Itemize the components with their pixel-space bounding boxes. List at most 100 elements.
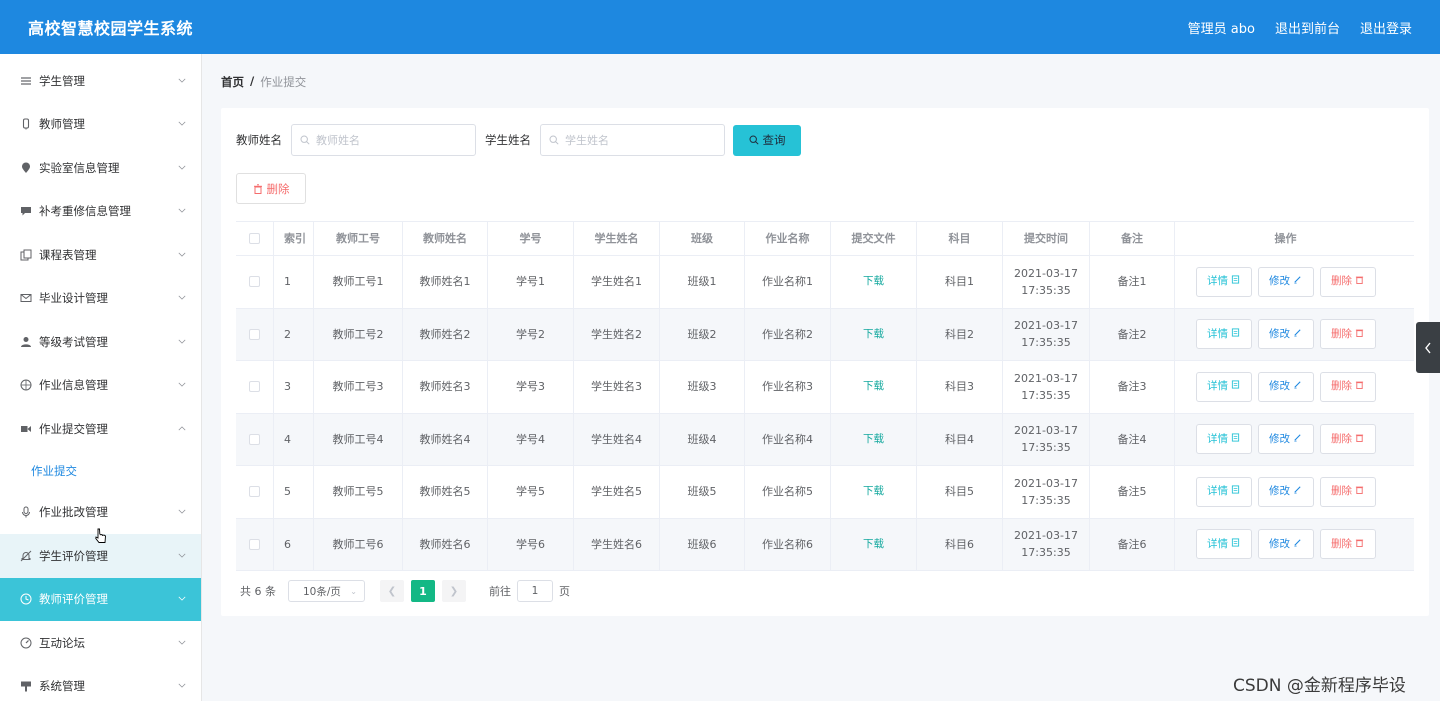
- delete-button[interactable]: 删除: [1319, 319, 1376, 350]
- page-size-select[interactable]: 10条/页 ⌄: [288, 580, 365, 602]
- chevron-right-icon: ❯: [449, 585, 459, 597]
- column-header[interactable]: 教师工号: [314, 222, 403, 255]
- column-header[interactable]: 提交文件: [831, 222, 917, 255]
- logout-link[interactable]: 退出登录: [1360, 18, 1412, 37]
- to-front-link[interactable]: 退出到前台: [1275, 18, 1340, 37]
- submission-table: 索引 教师工号 教师姓名 学号 学生姓名 班级 作业名称 提交文件 科目 提交时间 备注 操作 1 教师工…: [236, 221, 1414, 571]
- sidebar-item[interactable]: 作业信息管理: [0, 364, 201, 408]
- chevron-down-icon: ⌄: [350, 586, 357, 596]
- student-name-input[interactable]: [565, 133, 715, 147]
- sidebar-item-label: 教师管理: [39, 117, 85, 132]
- column-header[interactable]: 操作: [1175, 222, 1396, 255]
- column-header[interactable]: 作业名称: [745, 222, 831, 255]
- sidebar-item[interactable]: 毕业设计管理: [0, 277, 201, 321]
- row-checkbox[interactable]: [249, 276, 260, 288]
- cell-actions: 详情 修改 删除: [1175, 519, 1396, 571]
- delete-button[interactable]: 删除: [1319, 266, 1376, 297]
- delete-button[interactable]: 删除: [1319, 476, 1376, 507]
- edit-label: 修改: [1269, 432, 1290, 445]
- row-checkbox[interactable]: [249, 538, 260, 550]
- query-button[interactable]: 查询: [733, 124, 801, 156]
- sidebar-item[interactable]: 补考重修信息管理: [0, 190, 201, 234]
- edit-label: 修改: [1269, 380, 1290, 393]
- edit-button[interactable]: 修改: [1257, 371, 1314, 402]
- breadcrumb: 首页 / 作业提交: [221, 74, 306, 90]
- top-header: 高校智慧校园学生系统 管理员 abo 退出到前台 退出登录: [0, 0, 1440, 54]
- edit-button[interactable]: 修改: [1257, 266, 1314, 297]
- sidebar-subitem-homework-submit[interactable]: 作业提交: [0, 451, 201, 491]
- goto-page-input[interactable]: [517, 580, 553, 602]
- breadcrumb-home[interactable]: 首页: [221, 74, 244, 90]
- sidebar-item[interactable]: 等级考试管理: [0, 320, 201, 364]
- delete-button[interactable]: 删除: [1319, 371, 1376, 402]
- download-link[interactable]: 下载: [863, 273, 884, 290]
- edit-icon: [1293, 483, 1302, 500]
- download-link[interactable]: 下载: [863, 536, 884, 553]
- cell-student-no: 学号1: [488, 256, 574, 308]
- sidebar-item[interactable]: 课程表管理: [0, 233, 201, 277]
- cell-subject: 科目4: [917, 413, 1003, 465]
- cell-subject: 科目5: [917, 466, 1003, 518]
- goto-prefix: 前往: [489, 585, 511, 598]
- column-header[interactable]: 备注: [1090, 222, 1175, 255]
- header-select-cell: [236, 222, 274, 255]
- select-all-checkbox[interactable]: [249, 233, 260, 244]
- edit-button[interactable]: 修改: [1257, 424, 1314, 455]
- copy-icon: [20, 249, 32, 261]
- sidebar-item[interactable]: 教师管理: [0, 103, 201, 147]
- cell-file: 下载: [831, 361, 917, 413]
- chevron-down-icon: [177, 551, 187, 561]
- cell-teacher-name: 教师姓名1: [403, 256, 488, 308]
- detail-button[interactable]: 详情: [1195, 529, 1252, 560]
- row-checkbox[interactable]: [249, 381, 260, 393]
- column-header[interactable]: 索引: [274, 222, 314, 255]
- row-checkbox[interactable]: [249, 486, 260, 498]
- edit-button[interactable]: 修改: [1257, 319, 1314, 350]
- chevron-down-icon: [177, 337, 187, 347]
- download-link[interactable]: 下载: [863, 378, 884, 395]
- page-number-1[interactable]: 1: [411, 580, 435, 602]
- column-header[interactable]: 科目: [917, 222, 1003, 255]
- row-select-cell: [236, 308, 274, 360]
- detail-button[interactable]: 详情: [1195, 371, 1252, 402]
- detail-button[interactable]: 详情: [1195, 319, 1252, 350]
- delete-button[interactable]: 删除: [1319, 424, 1376, 455]
- next-page-button[interactable]: ❯: [442, 580, 466, 602]
- detail-button[interactable]: 详情: [1195, 424, 1252, 455]
- column-header[interactable]: 提交时间: [1003, 222, 1090, 255]
- download-link[interactable]: 下载: [863, 326, 884, 343]
- column-header[interactable]: 学生姓名: [574, 222, 660, 255]
- sidebar-item[interactable]: 学生管理: [0, 59, 201, 103]
- cell-subject: 科目2: [917, 308, 1003, 360]
- download-link[interactable]: 下载: [863, 483, 884, 500]
- cell-actions: 详情 修改 删除: [1175, 309, 1396, 361]
- cell-student-name: 学生姓名1: [574, 256, 660, 308]
- column-header[interactable]: 学号: [488, 222, 574, 255]
- batch-delete-button[interactable]: 删除: [236, 173, 306, 204]
- column-header[interactable]: 教师姓名: [403, 222, 488, 255]
- cell-actions: 详情 修改 删除: [1175, 414, 1396, 466]
- delete-button[interactable]: 删除: [1319, 529, 1376, 560]
- sidebar-item[interactable]: 互动论坛: [0, 621, 201, 665]
- row-checkbox[interactable]: [249, 328, 260, 340]
- sidebar-item[interactable]: 实验室信息管理: [0, 146, 201, 190]
- sidebar-item[interactable]: 系统管理: [0, 665, 201, 701]
- detail-button[interactable]: 详情: [1195, 266, 1252, 297]
- prev-page-button[interactable]: ❮: [380, 580, 404, 602]
- detail-button[interactable]: 详情: [1195, 476, 1252, 507]
- sidebar-item-label: 教师评价管理: [39, 592, 108, 607]
- cell-student-no: 学号4: [488, 413, 574, 465]
- chevron-down-icon: [177, 681, 187, 691]
- teacher-name-input[interactable]: [316, 133, 466, 147]
- download-link[interactable]: 下载: [863, 431, 884, 448]
- cell-teacher-no: 教师工号6: [314, 518, 403, 570]
- trash-icon: [1355, 378, 1364, 395]
- row-checkbox[interactable]: [249, 433, 260, 445]
- sidebar-item[interactable]: 作业提交管理: [0, 407, 201, 451]
- sidebar-item[interactable]: 教师评价管理: [0, 577, 201, 621]
- search-icon: [300, 135, 310, 145]
- edit-button[interactable]: 修改: [1257, 529, 1314, 560]
- side-panel-toggle[interactable]: [1416, 322, 1440, 373]
- column-header[interactable]: 班级: [660, 222, 745, 255]
- edit-button[interactable]: 修改: [1257, 476, 1314, 507]
